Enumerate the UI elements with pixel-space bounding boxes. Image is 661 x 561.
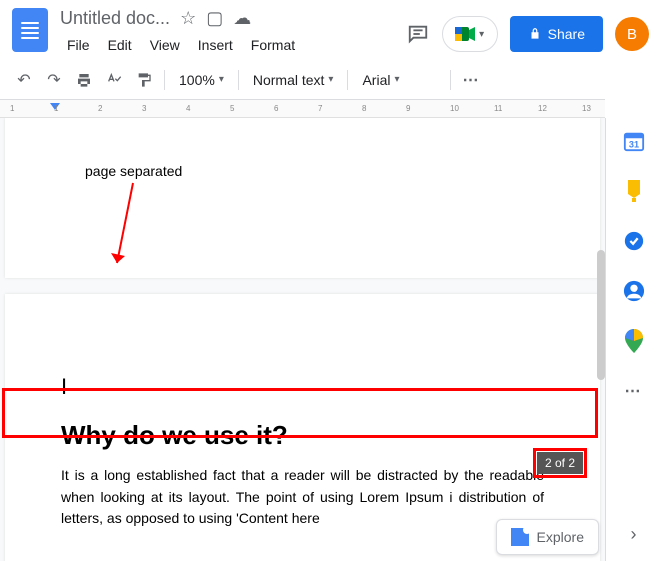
menu-format[interactable]: Format	[244, 33, 302, 57]
explore-label: Explore	[537, 529, 584, 545]
explore-button[interactable]: Explore	[496, 519, 599, 555]
font-select[interactable]: Arial ▾	[354, 66, 444, 94]
style-value: Normal text	[253, 72, 325, 88]
more-button[interactable]: ⋯	[457, 66, 485, 94]
document-body: It is a long established fact that a rea…	[61, 465, 544, 530]
docs-logo-icon[interactable]	[12, 8, 48, 52]
document-title[interactable]: Untitled doc...	[60, 8, 170, 29]
zoom-value: 100%	[179, 72, 215, 88]
menu-insert[interactable]: Insert	[191, 33, 240, 57]
comments-icon[interactable]	[406, 22, 430, 46]
annotation-box-indicator: 2 of 2	[533, 448, 587, 478]
ruler[interactable]: 112345678910111213	[0, 100, 605, 118]
menu-file[interactable]: File	[60, 33, 97, 57]
lock-icon	[528, 27, 542, 41]
page-gap	[0, 278, 605, 294]
page-1: page separated	[5, 118, 600, 278]
meet-button[interactable]: ▾	[442, 16, 498, 52]
explore-icon	[511, 528, 529, 546]
chevron-down-icon: ▾	[328, 74, 333, 85]
star-icon[interactable]: ☆	[180, 8, 196, 29]
maps-icon[interactable]	[623, 330, 645, 352]
spellcheck-button[interactable]	[100, 66, 128, 94]
style-select[interactable]: Normal text ▾	[245, 66, 342, 94]
print-button[interactable]	[70, 66, 98, 94]
svg-text:31: 31	[628, 139, 638, 149]
workspace: page separated I Why do we use it? It is…	[0, 118, 661, 561]
cloud-icon[interactable]: ☁	[233, 8, 251, 29]
menu-edit[interactable]: Edit	[101, 33, 139, 57]
scrollbar[interactable]	[597, 250, 605, 380]
font-value: Arial	[362, 72, 390, 88]
side-panel: 31 ⋯ ›	[605, 118, 661, 561]
paint-format-button[interactable]	[130, 66, 158, 94]
keep-icon[interactable]	[623, 180, 645, 202]
move-icon[interactable]: ▢	[206, 8, 223, 29]
document-canvas[interactable]: page separated I Why do we use it? It is…	[0, 118, 605, 561]
undo-button[interactable]: ↶	[10, 66, 38, 94]
tasks-icon[interactable]	[623, 230, 645, 252]
contacts-icon[interactable]	[623, 280, 645, 302]
header: Untitled doc... ☆ ▢ ☁ File Edit View Ins…	[0, 0, 661, 60]
menu-bar: File Edit View Insert Format	[60, 33, 406, 57]
calendar-icon[interactable]: 31	[623, 130, 645, 152]
share-label: Share	[548, 26, 585, 42]
title-area: Untitled doc... ☆ ▢ ☁ File Edit View Ins…	[60, 8, 406, 57]
annotation-label: page separated	[85, 163, 182, 179]
zoom-select[interactable]: 100% ▾	[171, 66, 232, 94]
collapse-panel-icon[interactable]: ›	[631, 524, 637, 545]
annotation-box-separator	[2, 388, 598, 438]
chevron-down-icon: ▾	[479, 29, 484, 40]
toolbar: ↶ ↷ 100% ▾ Normal text ▾ Arial ▾ ⋯	[0, 60, 605, 100]
chevron-down-icon: ▾	[219, 74, 224, 85]
chevron-down-icon: ▾	[394, 74, 399, 85]
page-indicator: 2 of 2	[537, 452, 583, 474]
redo-button[interactable]: ↷	[40, 66, 68, 94]
arrow-icon	[105, 178, 145, 278]
share-button[interactable]: Share	[510, 16, 603, 52]
avatar[interactable]: B	[615, 17, 649, 51]
menu-view[interactable]: View	[143, 33, 187, 57]
more-addons-icon[interactable]: ⋯	[623, 380, 645, 402]
